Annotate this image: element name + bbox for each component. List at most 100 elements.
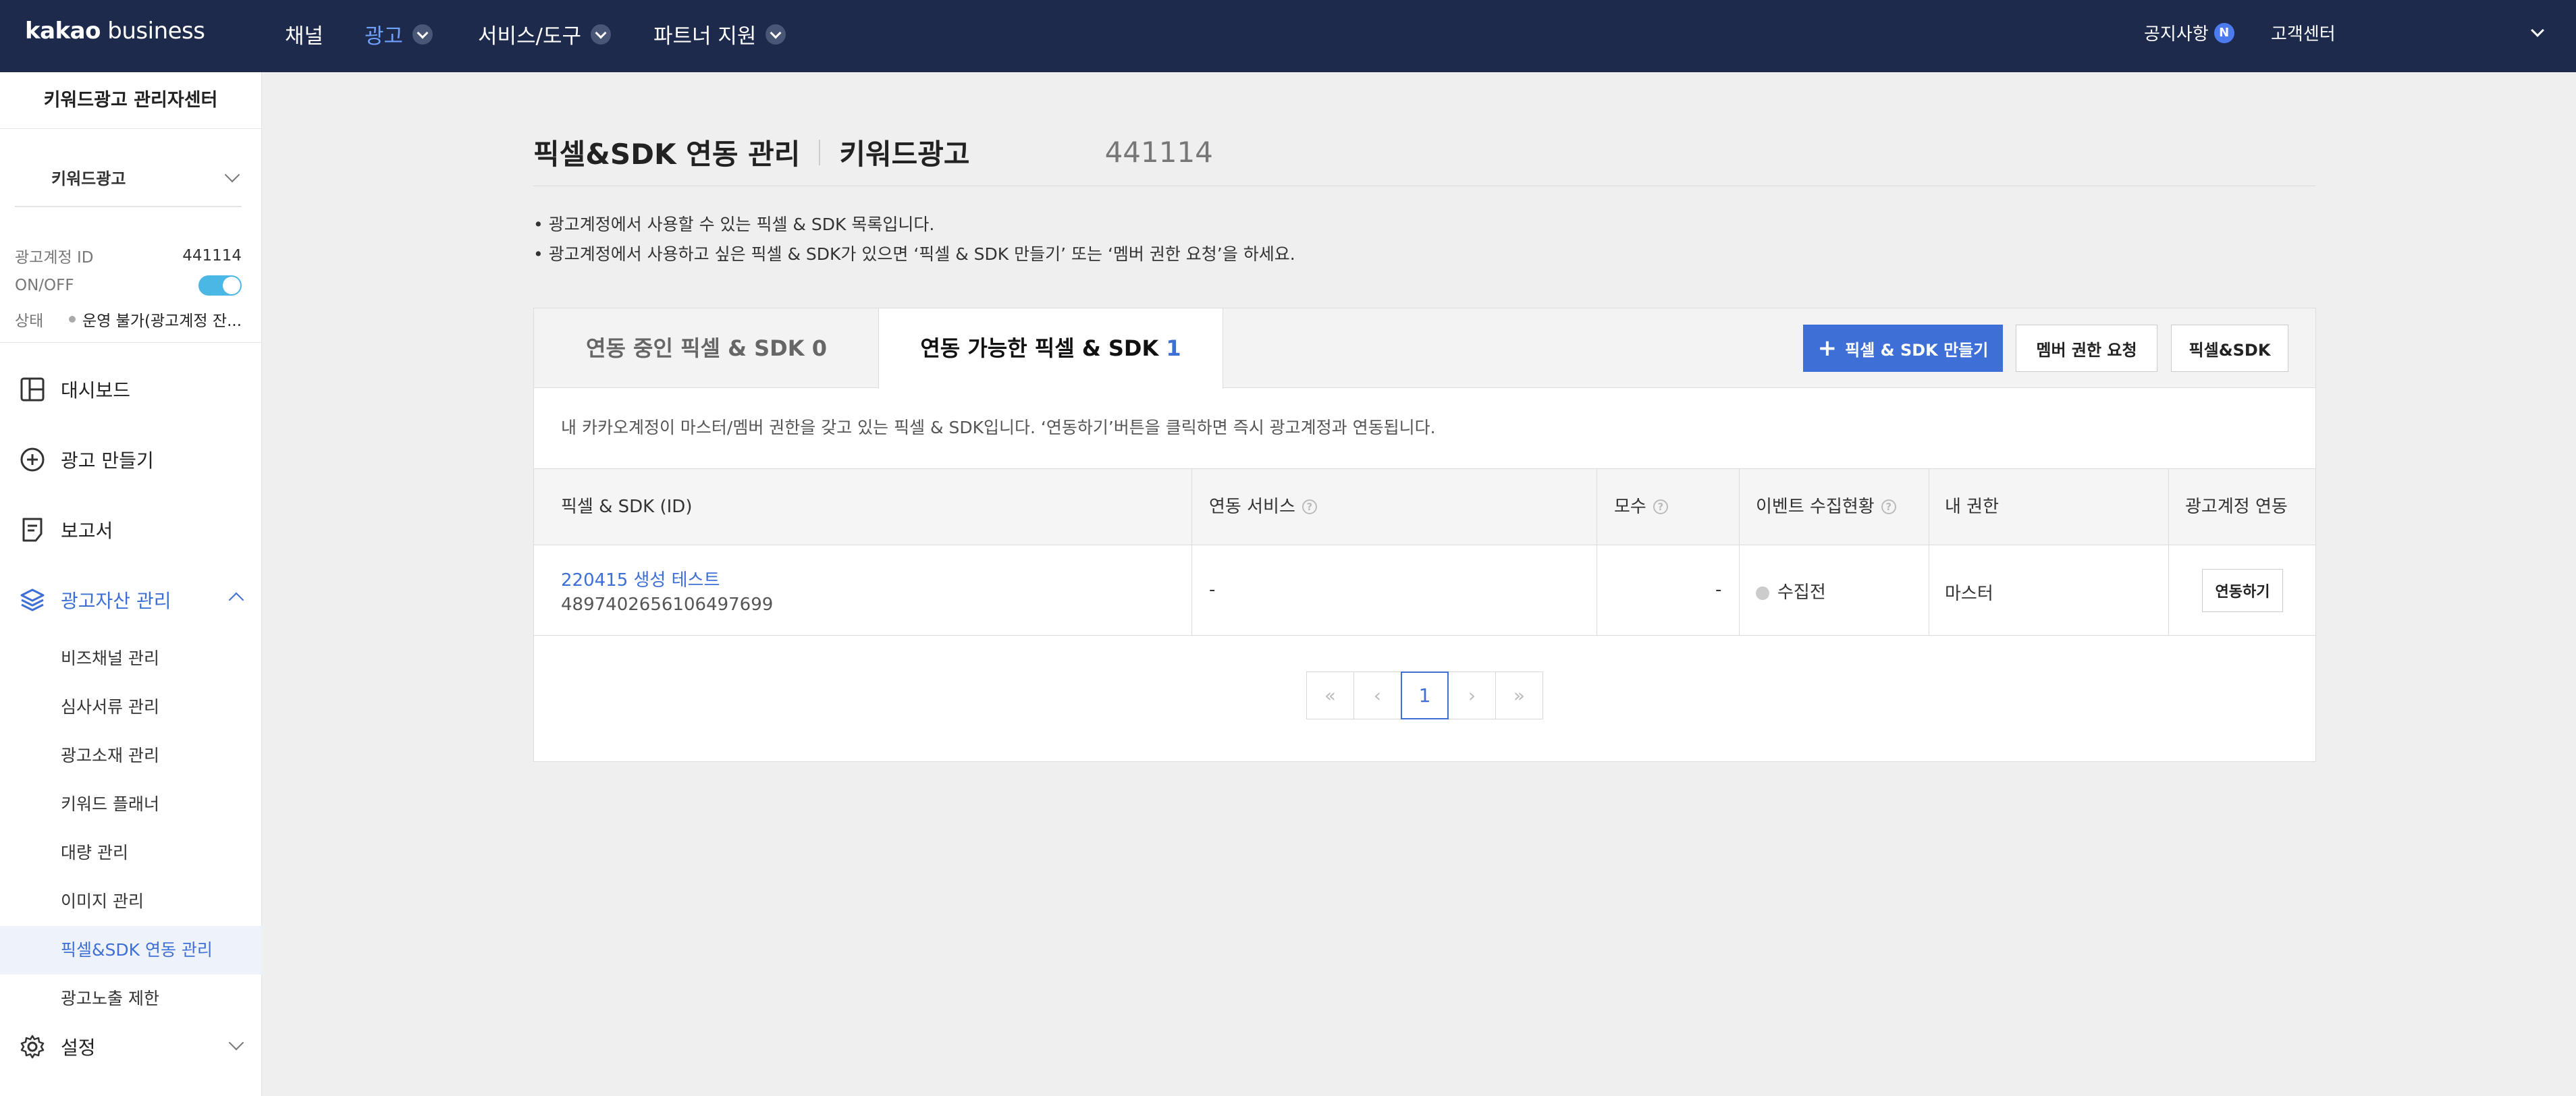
tab-linked-pixel-sdk[interactable]: 연동 중인 픽셀 & SDK 0 [534, 308, 879, 388]
prev-page-button[interactable]: ‹ [1353, 672, 1401, 719]
pixel-sdk-name-link[interactable]: 220415 생성 테스트 [561, 566, 720, 591]
page-title: 픽셀&SDK 연동 관리 키워드광고 441114 [533, 132, 1213, 173]
sidebar-divider [0, 342, 262, 343]
logo-business-text: business [100, 18, 205, 45]
sidebar-subitem-bizchannel[interactable]: 비즈채널 관리 [0, 634, 262, 683]
layers-icon [20, 588, 45, 611]
column-header-event-status: 이벤트 수집현황 ? [1756, 469, 1896, 545]
sidebar-subitem-image-management[interactable]: 이미지 관리 [0, 877, 262, 926]
chevron-down-icon [591, 24, 612, 45]
page-account-id: 441114 [1104, 136, 1213, 169]
sidebar-item-label: 대시보드 [61, 379, 131, 402]
dashboard-icon [20, 377, 45, 402]
tab-count: 1 [1166, 335, 1181, 361]
sidebar-subitem-keyword-planner[interactable]: 키워드 플래너 [0, 780, 262, 829]
nav-item-channel[interactable]: 채널 [285, 19, 323, 49]
notice-link[interactable]: 공지사항 N [2144, 20, 2234, 45]
logo-kakao-text: kakao [25, 18, 101, 45]
nav-item-ads[interactable]: 광고 [365, 19, 433, 49]
tab-available-pixel-sdk[interactable]: 연동 가능한 픽셀 & SDK 1 [878, 308, 1223, 389]
link-button[interactable]: 연동하기 [2202, 569, 2283, 612]
member-permission-request-button[interactable]: 멤버 권한 요청 [2016, 325, 2157, 372]
next-page-button[interactable]: › [1448, 672, 1496, 719]
customer-center-link[interactable]: 고객센터 [2271, 20, 2336, 45]
header-label: 내 권한 [1945, 497, 2000, 517]
sidebar-title: 키워드광고 관리자센터 [0, 72, 261, 129]
create-pixel-sdk-button[interactable]: + 픽셀 & SDK 만들기 [1803, 325, 2003, 372]
gear-icon [20, 1035, 45, 1059]
sidebar-item-label: 설정 [61, 1037, 96, 1059]
nav-item-partner-support[interactable]: 파트너 지원 [653, 19, 786, 49]
pagination: « ‹ 1 › » [1306, 672, 1543, 719]
account-menu-chevron-icon[interactable] [2531, 24, 2544, 37]
help-icon[interactable]: ? [1653, 499, 1668, 514]
sidebar-item-ad-asset-management[interactable]: 광고자산 관리 [19, 586, 248, 613]
tab-label: 연동 중인 픽셀 & SDK [586, 335, 805, 361]
page-subtitle: 키워드광고 [839, 138, 970, 171]
table-header: 픽셀 & SDK (ID) 연동 서비스 ? 모수 ? 이벤트 수집현황 ? 내… [534, 468, 2315, 545]
sidebar-subitem-creatives[interactable]: 광고소재 관리 [0, 732, 262, 780]
panel-description: 내 카카오계정이 마스터/멤버 권한을 갖고 있는 픽셀 & SDK입니다. ‘… [561, 418, 1436, 437]
onoff-row: ON/OFF [15, 275, 242, 296]
status-label: 상태 [15, 312, 44, 330]
sidebar-item-label: 보고서 [61, 520, 113, 542]
chevron-up-icon [228, 592, 244, 608]
nav-item-label: 서비스/도구 [478, 24, 582, 49]
top-navigation-bar: kakao business 채널 광고 서비스/도구 파트너 지원 공지사항 … [0, 0, 2576, 72]
help-icon[interactable]: ? [1302, 499, 1317, 514]
kakao-business-logo[interactable]: kakao business [25, 18, 205, 45]
column-header-account-link: 광고계정 연동 [2185, 469, 2288, 545]
nav-item-services-tools[interactable]: 서비스/도구 [478, 19, 612, 49]
account-type-value: 키워드광고 [51, 169, 126, 188]
permission-value: 마스터 [1945, 584, 1993, 604]
tab-bar: 연동 중인 픽셀 & SDK 0 연동 가능한 픽셀 & SDK 1 + 픽셀 … [534, 308, 2315, 389]
title-separator [819, 139, 821, 165]
tab-label: 연동 가능한 픽셀 & SDK [920, 335, 1159, 361]
population-value: - [1715, 580, 1722, 600]
account-id-label: 광고계정 ID [15, 249, 94, 267]
nav-item-label: 광고 [365, 24, 404, 49]
main-content: 픽셀&SDK 연동 관리 키워드광고 441114 • 광고계정에서 사용할 수… [263, 72, 2576, 1096]
linked-service-value: - [1209, 580, 1216, 600]
notice-label: 공지사항 [2144, 24, 2209, 45]
sidebar-subitem-pixel-sdk[interactable]: 픽셀&SDK 연동 관리 [0, 926, 262, 975]
event-status-value: 수집전 [1756, 578, 1826, 603]
column-header-pixel-sdk-id: 픽셀 & SDK (ID) [561, 469, 692, 545]
pixel-sdk-button[interactable]: 픽셀&SDK [2171, 325, 2288, 372]
sidebar-item-dashboard[interactable]: 대시보드 [19, 376, 248, 403]
sidebar: 키워드광고 관리자센터 키워드광고 광고계정 ID 441114 ON/OFF … [0, 72, 262, 1096]
first-page-button[interactable]: « [1306, 672, 1354, 719]
description-line-1: • 광고계정에서 사용할 수 있는 픽셀 & SDK 목록입니다. [533, 215, 935, 234]
page-number-button[interactable]: 1 [1401, 672, 1449, 719]
last-page-button[interactable]: » [1495, 672, 1543, 719]
sidebar-item-settings[interactable]: 설정 [19, 1033, 248, 1060]
chevron-down-icon [412, 24, 433, 45]
sidebar-item-report[interactable]: 보고서 [19, 516, 248, 543]
status-text: 운영 불가(광고계정 잔... [82, 312, 242, 330]
sidebar-subitem-bulk-management[interactable]: 대량 관리 [0, 829, 262, 877]
new-badge: N [2213, 22, 2234, 43]
button-label: 픽셀 & SDK 만들기 [1845, 340, 1989, 360]
help-icon[interactable]: ? [1881, 499, 1896, 514]
status-value: 운영 불가(광고계정 잔... [69, 308, 242, 331]
onoff-toggle[interactable] [198, 275, 242, 296]
header-label: 이벤트 수집현황 [1756, 497, 1875, 517]
sidebar-subitem-ad-exposure-limit[interactable]: 광고노출 제한 [0, 975, 262, 1023]
sidebar-item-create-ad[interactable]: 광고 만들기 [19, 446, 248, 473]
onoff-label: ON/OFF [15, 277, 74, 294]
status-dot-icon [69, 316, 76, 323]
table-row: 220415 생성 테스트 4897402656106497699 - - 수집… [534, 545, 2315, 636]
pixel-sdk-id: 4897402656106497699 [561, 595, 774, 615]
column-header-population: 모수 ? [1614, 469, 1668, 545]
account-id-value: 441114 [182, 247, 242, 265]
account-type-select[interactable]: 키워드광고 [15, 150, 242, 207]
tab-count: 0 [811, 335, 827, 361]
sidebar-item-label: 광고자산 관리 [61, 590, 171, 612]
sidebar-subitem-review-documents[interactable]: 심사서류 관리 [0, 683, 262, 732]
header-label: 모수 [1614, 497, 1646, 517]
chevron-down-icon [224, 167, 240, 183]
event-status-text: 수집전 [1777, 582, 1826, 603]
sidebar-item-label: 광고 만들기 [61, 449, 154, 472]
page-title-text: 픽셀&SDK 연동 관리 [533, 138, 801, 171]
status-dot-icon [1756, 586, 1769, 600]
